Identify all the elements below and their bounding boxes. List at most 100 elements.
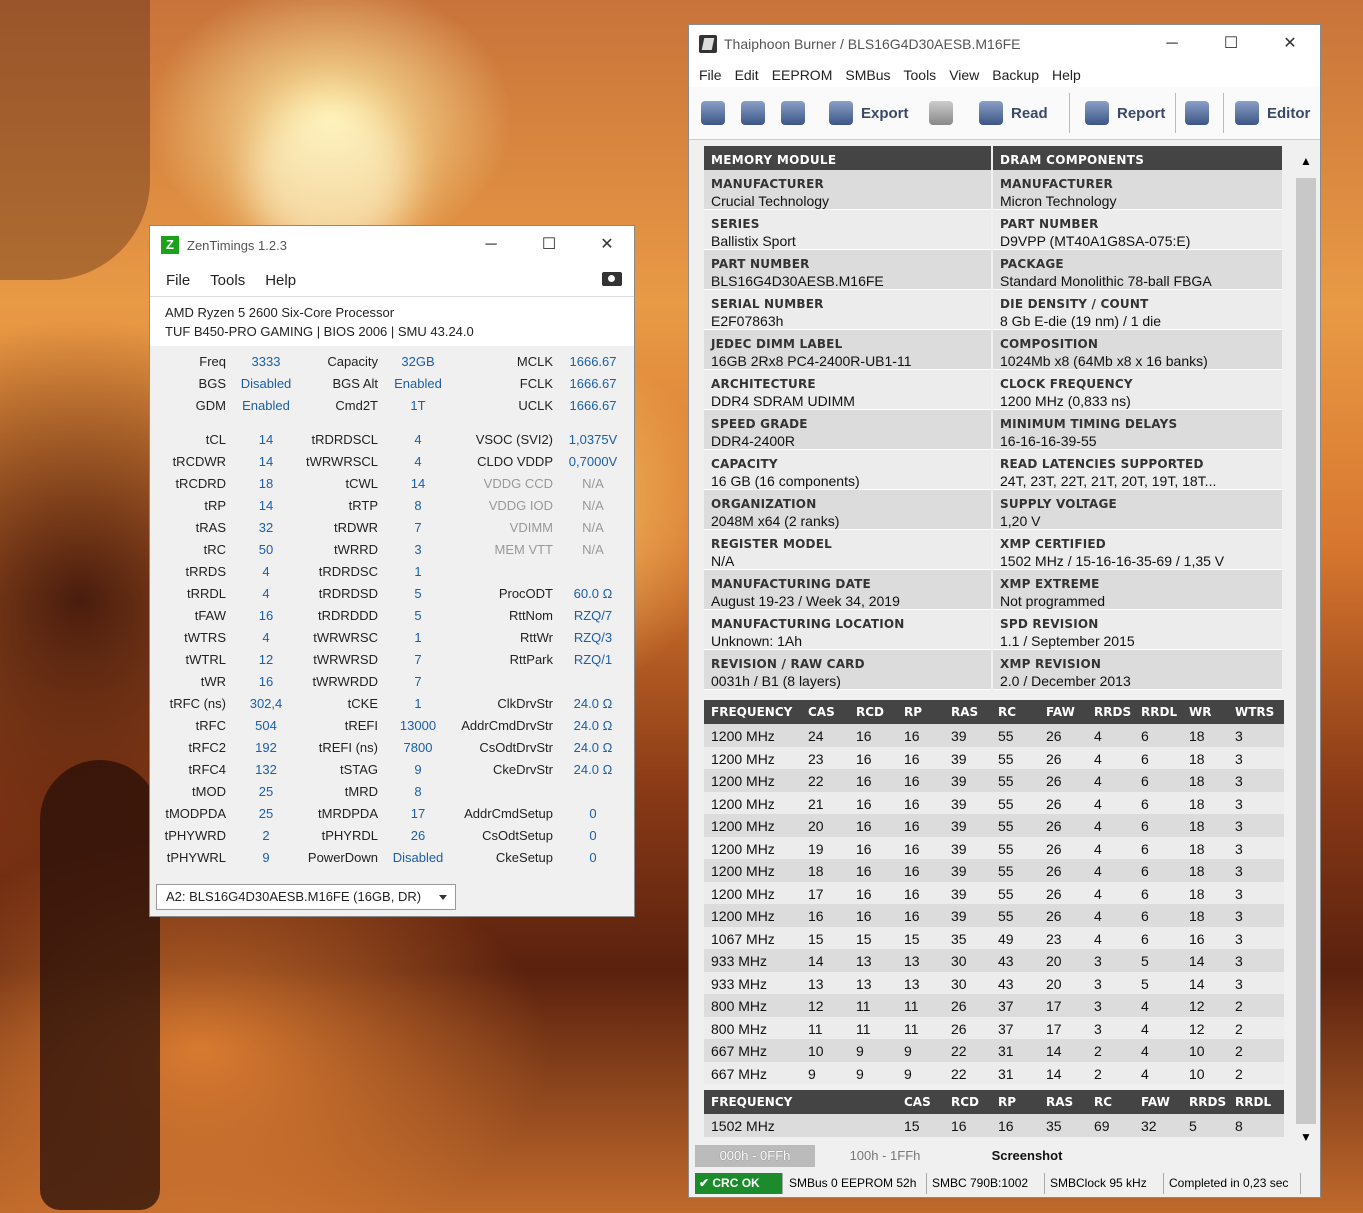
read-label: Read: [1011, 104, 1048, 122]
save-button[interactable]: [781, 95, 813, 131]
timing-value: 132: [255, 762, 277, 777]
table-cell: 12: [1189, 1020, 1205, 1037]
timing-label: tREFI: [344, 718, 378, 733]
timing-label: tRFC2: [188, 740, 226, 755]
timing-value: Enabled: [242, 398, 290, 413]
timing-value: 1: [414, 630, 422, 645]
tab-100h[interactable]: 100h - 1FFh: [825, 1145, 945, 1167]
scrollbar[interactable]: ▲ ▼: [1296, 146, 1316, 1146]
spd-field-label: REGISTER MODEL: [711, 537, 832, 551]
timing-value: 1666.67: [569, 354, 617, 369]
scroll-down-icon[interactable]: ▼: [1300, 1130, 1312, 1144]
timing-value: 3333: [251, 354, 281, 369]
column-header: RRDL: [1235, 1095, 1272, 1109]
table-cell: 5: [1141, 953, 1149, 969]
timing-label: AddrCmdDrvStr: [461, 718, 553, 733]
tools-button[interactable]: [1185, 95, 1217, 131]
report-button[interactable]: Report: [1085, 95, 1165, 131]
toolbar: Export Read Report Editor: [689, 87, 1320, 140]
timing-table: FREQUENCY CAS RCD RP RAS RC FAW RRDS RRDL WR WTRS 1…: [704, 700, 1284, 1084]
table-cell: 16: [904, 863, 920, 879]
timing-value: 14: [410, 476, 426, 491]
timing-value: 24.0 Ω: [573, 762, 613, 777]
menu-smbus[interactable]: SMBus: [845, 67, 890, 83]
menu-help[interactable]: Help: [1052, 67, 1081, 83]
timing-label: ClkDrvStr: [497, 696, 553, 711]
close-button[interactable]: ✕: [578, 226, 636, 264]
menu-eeprom[interactable]: EEPROM: [772, 67, 833, 83]
spd-field-label: DIE DENSITY / COUNT: [1000, 297, 1149, 311]
timing-label: VDDG IOD: [488, 498, 553, 513]
read-button[interactable]: Read: [979, 95, 1048, 131]
menu-backup[interactable]: Backup: [992, 67, 1039, 83]
zentimings-titlebar[interactable]: Z ZenTimings 1.2.3 ─ ☐ ✕: [150, 226, 634, 264]
table-cell: 3: [1235, 773, 1243, 789]
editor-icon: [1235, 101, 1259, 125]
editor-button[interactable]: Editor: [1235, 95, 1310, 131]
menu-tools[interactable]: Tools: [904, 67, 937, 83]
menu-tools[interactable]: Tools: [210, 272, 245, 289]
spd-field-value: Standard Monolithic 78-ball FBGA: [1000, 273, 1212, 289]
table-cell: 4: [1094, 863, 1102, 879]
close-button[interactable]: ✕: [1261, 25, 1319, 63]
screenshot-camera-icon[interactable]: [602, 272, 622, 286]
table-cell: 31: [998, 1065, 1014, 1082]
menu-file[interactable]: File: [166, 272, 190, 289]
zentimings-logo-icon: Z: [161, 236, 179, 254]
table-cell: 16: [904, 773, 920, 789]
table-row: 1200 MHz 19 16 16 39 55 26 4 6 18 3: [704, 836, 1284, 859]
menu-help[interactable]: Help: [265, 272, 296, 289]
table-cell: 35: [951, 930, 967, 947]
spd-field-label: ARCHITECTURE: [711, 377, 816, 391]
open-button[interactable]: [741, 95, 773, 131]
lock-button[interactable]: [929, 95, 961, 131]
table-cell: 16: [951, 1118, 967, 1134]
table-cell: 43: [998, 975, 1014, 992]
minimize-button[interactable]: ─: [1143, 25, 1201, 63]
export-button[interactable]: Export: [829, 95, 909, 131]
timing-value: 50: [258, 542, 274, 557]
thaiphoon-titlebar[interactable]: Thaiphoon Burner / BLS16G4D30AESB.M16FE …: [689, 25, 1320, 63]
module-select[interactable]: A2: BLS16G4D30AESB.M16FE (16GB, DR): [156, 884, 456, 910]
settings-button[interactable]: [701, 95, 733, 131]
table-cell: 26: [1046, 818, 1062, 834]
tab-screenshot[interactable]: Screenshot: [957, 1145, 1097, 1167]
timing-value: RZQ/3: [573, 630, 613, 645]
table-cell: 14: [808, 953, 824, 969]
timing-label: CsOdtSetup: [482, 828, 553, 843]
spd-field-value: 2048M x64 (2 ranks): [711, 513, 840, 529]
spd-field-label: CLOCK FREQUENCY: [1000, 377, 1133, 391]
timing-label: UCLK: [518, 398, 553, 413]
spd-field: MINIMUM TIMING DELAYS 16-16-16-39-55: [993, 410, 1282, 450]
tab-000h[interactable]: 000h - 0FFh: [695, 1145, 815, 1167]
table-cell: 37: [998, 998, 1014, 1014]
timing-value: 1,0375V: [568, 432, 618, 447]
scrollbar-thumb[interactable]: [1296, 178, 1316, 1124]
timing-value: 60.0 Ω: [573, 586, 613, 601]
table-row: 1502 MHz 15 16 16 35 69 32 5 8: [704, 1114, 1284, 1137]
table-cell: 26: [951, 998, 967, 1014]
timing-value: 14: [258, 498, 274, 513]
maximize-button[interactable]: ☐: [520, 226, 578, 264]
timing-value: 16: [258, 674, 274, 689]
spd-field-label: READ LATENCIES SUPPORTED: [1000, 457, 1204, 471]
timing-value: 9: [262, 850, 270, 865]
table-cell: 16: [904, 750, 920, 767]
table-row: 667 MHz 10 9 9 22 31 14 2 4 10 2: [704, 1039, 1284, 1062]
bottom-tabs: 000h - 0FFh 100h - 1FFh Screenshot: [695, 1145, 1315, 1169]
scroll-up-icon[interactable]: ▲: [1300, 154, 1312, 168]
table-cell: 17: [808, 885, 824, 902]
table-cell: 55: [998, 908, 1014, 924]
menu-file[interactable]: File: [699, 67, 722, 83]
menu-view[interactable]: View: [949, 67, 979, 83]
maximize-button[interactable]: ☐: [1202, 25, 1260, 63]
column-header: FREQUENCY: [711, 705, 793, 719]
table-cell: 4: [1094, 818, 1102, 834]
table-cell: 55: [998, 773, 1014, 789]
menu-edit[interactable]: Edit: [735, 67, 759, 83]
export-label: Export: [861, 104, 909, 122]
timing-label: tRCDWR: [172, 454, 226, 469]
check-icon: ✔: [699, 1176, 713, 1190]
spd-field-label: XMP REVISION: [1000, 657, 1102, 671]
minimize-button[interactable]: ─: [462, 226, 520, 264]
